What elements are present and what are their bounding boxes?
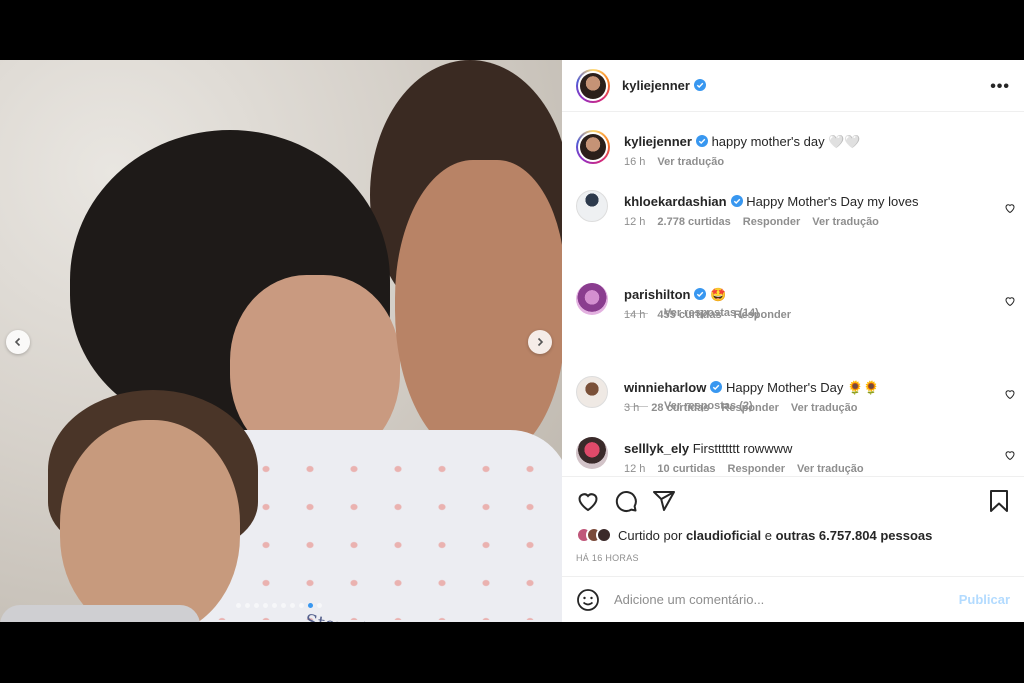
verified-badge-icon [693, 79, 706, 91]
chevron-right-icon [537, 337, 544, 347]
carousel-dot [308, 603, 313, 608]
comment-icon[interactable] [614, 489, 638, 513]
share-icon[interactable] [652, 489, 676, 513]
caption-avatar[interactable] [576, 130, 610, 164]
comment-text: Happy Mother's Day 🌻🌻 [725, 380, 880, 395]
more-icon[interactable]: ••• [990, 78, 1010, 96]
comment-likes[interactable]: 10 curtidas [657, 463, 715, 475]
comment-likes[interactable]: 2.778 curtidas [657, 216, 730, 228]
carousel-dot [254, 603, 259, 608]
comment-text: Firsttttttt rowwww [692, 441, 793, 456]
comment-username[interactable]: winnieharlow [624, 380, 706, 395]
carousel-dot [281, 603, 286, 608]
carousel-next-button[interactable] [528, 330, 552, 354]
carousel-dot [245, 603, 250, 608]
comment-heart-icon[interactable] [1004, 295, 1016, 307]
comments-list[interactable]: kyliejenner happy mother's day 🤍🤍 16 h Ve… [562, 112, 1024, 476]
carousel-dot [272, 603, 277, 608]
carousel-dot [263, 603, 268, 608]
instagram-post-window: Stormi kyliejenner ••• kyliejenner happy… [0, 60, 1024, 622]
emoji-icon[interactable] [576, 588, 600, 612]
comment-reply-link[interactable]: Responder [734, 309, 791, 321]
caption-age: 16 h [624, 156, 646, 168]
comment-translate-link[interactable]: Ver tradução [812, 216, 879, 228]
comment-avatar[interactable] [576, 283, 608, 315]
comment-avatar[interactable] [576, 437, 608, 469]
comment-text: Happy Mother's Day my loves [746, 194, 919, 209]
likes-summary[interactable]: Curtido por claudioficial e outras 6.757… [576, 527, 932, 543]
carousel-dot [317, 603, 322, 608]
author-username[interactable]: kyliejenner [622, 78, 706, 93]
comment-username[interactable]: selllyk_ely [624, 441, 689, 456]
carousel-dot [299, 603, 304, 608]
photo-boy-face [60, 420, 240, 622]
liker-avatar [596, 527, 612, 543]
comment-reply-link[interactable]: Responder [743, 216, 800, 228]
comment-likes[interactable]: 455 curtidas [657, 309, 721, 321]
publish-button[interactable]: Publicar [959, 592, 1010, 607]
carousel-dots [236, 603, 322, 608]
bookmark-icon [990, 490, 1008, 512]
comment-reply-link[interactable]: Responder [728, 463, 785, 475]
comment-username[interactable]: parishilton [624, 287, 690, 302]
likes-prefix: Curtido por [618, 527, 683, 543]
comment-translate-link[interactable]: Ver tradução [791, 402, 858, 414]
verified-badge-icon [694, 288, 707, 300]
carousel-prev-button[interactable] [6, 330, 30, 354]
carousel-dot [236, 603, 241, 608]
verified-badge-icon [710, 381, 723, 393]
caption-username[interactable]: kyliejenner [624, 134, 692, 149]
action-icons [576, 489, 676, 513]
chevron-left-icon [14, 337, 21, 347]
post-panel: kyliejenner ••• kyliejenner happy mother… [562, 60, 1024, 622]
comment-input[interactable] [614, 592, 944, 607]
comment-age: 14 h [624, 309, 646, 321]
add-comment-bar: Publicar [562, 576, 1024, 622]
author-avatar[interactable] [576, 68, 610, 103]
comment-text: 🤩 [710, 287, 727, 302]
comment-reply-link[interactable]: Responder [721, 402, 778, 414]
likes-mid: e [764, 527, 772, 543]
verified-badge-icon [695, 135, 708, 147]
comment-age: 12 h [624, 463, 646, 475]
comment-age: 12 h [624, 216, 646, 228]
post-time: HÁ 16 HORAS [576, 553, 639, 563]
comment-heart-icon[interactable] [1004, 388, 1016, 400]
photo-boy-shirt [0, 605, 200, 622]
comment-avatar[interactable] [576, 190, 608, 222]
comment-heart-icon[interactable] [1004, 202, 1016, 214]
photo-girl-face [395, 160, 562, 460]
comment-avatar[interactable] [576, 376, 608, 408]
verified-badge-icon [730, 195, 743, 207]
likes-others[interactable]: outras 6.757.804 pessoas [776, 528, 933, 543]
post-header: kyliejenner ••• [562, 60, 1024, 112]
post-photo[interactable]: Stormi [0, 60, 562, 622]
comment-translate-link[interactable]: Ver tradução [797, 463, 864, 475]
heart-icon[interactable] [576, 489, 600, 513]
caption-text: happy mother's day 🤍🤍 [711, 134, 861, 149]
post-actions: Curtido por claudioficial e outras 6.757… [562, 476, 1024, 576]
caption-translate-link[interactable]: Ver tradução [657, 156, 724, 168]
comment-heart-icon[interactable] [1004, 449, 1016, 461]
carousel-dot [290, 603, 295, 608]
comment-username[interactable]: khloekardashian [624, 194, 727, 209]
likes-user[interactable]: claudioficial [686, 528, 761, 543]
bookmark-button[interactable] [988, 489, 1010, 513]
comment-age: 3 h [624, 402, 640, 414]
comment-likes[interactable]: 28 curtidas [651, 402, 709, 414]
